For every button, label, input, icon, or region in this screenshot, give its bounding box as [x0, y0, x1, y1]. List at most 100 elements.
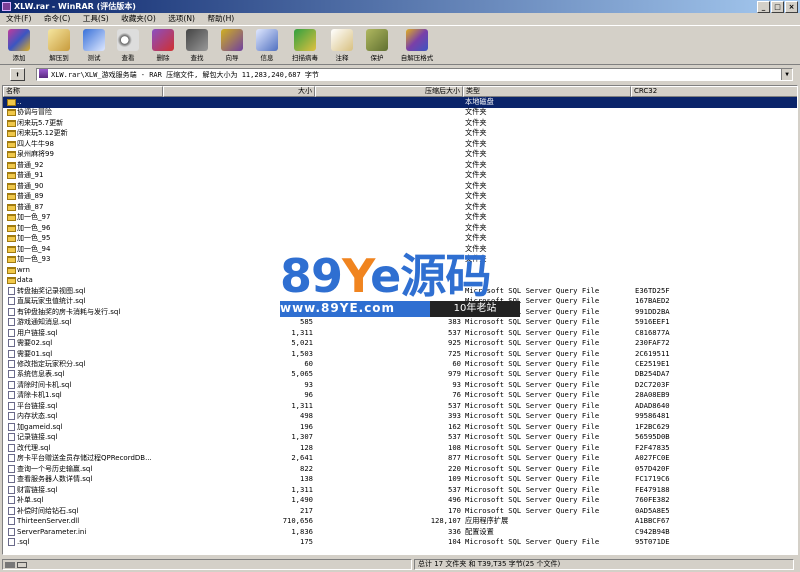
file-row[interactable]: 清除时间卡机.sql 93 93 Microsoft SQL Server Query…	[3, 380, 797, 391]
file-crc: 230FAF72	[635, 338, 670, 348]
file-row[interactable]: ServerParameter.ini 1,836 336 配置设置 C942B94B	[3, 526, 797, 538]
up-folder-button[interactable]: ⬆	[10, 68, 25, 81]
file-name: 清除卡机1.sql	[17, 391, 62, 400]
column-name[interactable]: 名称	[3, 86, 163, 97]
file-row[interactable]: 用户链接.sql 1,311 537 Microsoft SQL Server Que…	[3, 327, 797, 339]
folder-row[interactable]: 普通_91 文件夹	[3, 170, 797, 181]
file-icon	[8, 286, 15, 295]
archive-icon	[39, 69, 48, 78]
file-row[interactable]: 加gameid.sql 196 162 Microsoft SQL Server Qu…	[3, 422, 797, 433]
title-bar: XLW.rar - WinRAR (评估版本) _ □ ×	[0, 0, 800, 13]
address-bar: ⬆ XLW.rar\XLW_游戏服务端 - RAR 压缩文件, 解包大小为 11…	[0, 66, 800, 83]
file-name: 普通_90	[17, 181, 44, 190]
folder-row[interactable]: 闲来玩5.7更新 文件夹	[3, 118, 797, 129]
file-packed-size: 537	[448, 432, 461, 442]
file-icon	[8, 328, 15, 337]
maximize-button[interactable]: □	[771, 1, 784, 13]
folder-row[interactable]: 普通_89 文件夹	[3, 191, 797, 202]
folder-row[interactable]: 闲来玩5.12更新 文件夹	[3, 128, 797, 139]
folder-row[interactable]: 普通_92 文件夹	[3, 160, 797, 171]
menu-commands[interactable]: 命令(C)	[44, 14, 70, 23]
menu-help[interactable]: 帮助(H)	[207, 14, 234, 23]
file-row[interactable]: 房卡平台赠送金员存储过程QPRecordDB... 2,641 877 Microso…	[3, 453, 797, 464]
file-type: Microsoft SQL Server Query File	[465, 442, 600, 452]
file-row[interactable]: 平台链接.sql 1,311 537 Microsoft SQL Server Que…	[3, 401, 797, 412]
menu-favorites[interactable]: 收藏夹(O)	[121, 14, 156, 23]
folder-row[interactable]: 协调与冒险 文件夹	[3, 107, 797, 118]
test-button[interactable]: 测试	[78, 28, 110, 65]
file-name: 财富链接.sql	[17, 485, 58, 494]
folder-row[interactable]: 泉州麻将99 文件夹	[3, 149, 797, 160]
file-row[interactable]: ThirteenServer.dll 710,656 128,107 应用程序扩展 A1…	[3, 516, 797, 527]
drive-icon	[17, 562, 27, 568]
folder-icon	[7, 193, 16, 201]
file-size: 1,311	[291, 484, 313, 494]
file-row[interactable]: 系统信息表.sql 5,065 979 Microsoft SQL Server Qu…	[3, 369, 797, 380]
file-row[interactable]: 需要02.sql 5,021 925 Microsoft SQL Server Que…	[3, 338, 797, 349]
column-packed[interactable]: 压缩后大小	[315, 86, 463, 97]
close-button[interactable]: ×	[785, 1, 798, 13]
file-name: 补单.sql	[17, 496, 44, 505]
file-type: Microsoft SQL Server Query File	[465, 327, 600, 337]
file-name: 记录链接.sql	[17, 433, 58, 442]
file-name: 需要02.sql	[17, 339, 53, 348]
comment-button[interactable]: 注释	[326, 28, 358, 65]
folder-icon	[7, 266, 16, 274]
extract-to-button[interactable]: 解压到	[43, 28, 75, 65]
file-packed-size: 336	[448, 526, 461, 536]
file-row[interactable]: 查询一个号历史输赢.sql 822 220 Microsoft SQL Server …	[3, 464, 797, 475]
file-crc: 56595D0B	[635, 432, 670, 442]
file-crc: A027FC0E	[635, 453, 670, 463]
file-row[interactable]: 财富链接.sql 1,311 537 Microsoft SQL Server Que…	[3, 484, 797, 496]
menu-file[interactable]: 文件(F)	[6, 14, 31, 23]
virus-scan-button[interactable]: 扫描病毒	[289, 28, 321, 65]
column-size[interactable]: 大小	[163, 86, 315, 97]
file-row[interactable]: 清除卡机1.sql 96 76 Microsoft SQL Server Query …	[3, 390, 797, 401]
minimize-button[interactable]: _	[757, 1, 770, 13]
folder-row[interactable]: 加一色_97 文件夹	[3, 212, 797, 223]
folder-row[interactable]: 普通_87 文件夹	[3, 202, 797, 213]
wizard-button[interactable]: 向导	[216, 28, 248, 65]
column-crc[interactable]: CRC32	[631, 86, 797, 97]
file-crc: DB254DA7	[635, 369, 670, 379]
file-row[interactable]: 内存状态.sql 498 393 Microsoft SQL Server Query…	[3, 411, 797, 422]
file-row[interactable]: 记录链接.sql 1,307 537 Microsoft SQL Server Que…	[3, 432, 797, 443]
delete-button[interactable]: 删除	[147, 28, 179, 65]
find-button[interactable]: 查找	[181, 28, 213, 65]
folder-row[interactable]: 加一色_95 文件夹	[3, 233, 797, 244]
menu-tools[interactable]: 工具(S)	[83, 14, 109, 23]
file-size: 96	[304, 390, 313, 400]
sfx-button[interactable]: 自解压格式	[397, 28, 437, 65]
file-row[interactable]: 需要01.sql 1,503 725 Microsoft SQL Server Que…	[3, 349, 797, 360]
protect-button[interactable]: 保护	[361, 28, 393, 65]
parent-folder-row[interactable]: .. 本地磁盘	[3, 97, 797, 108]
file-size: 128	[300, 442, 313, 452]
file-name: 加gameid.sql	[17, 422, 63, 431]
path-field[interactable]: XLW.rar\XLW_游戏服务端 - RAR 压缩文件, 解包大小为 11,2…	[36, 68, 793, 81]
file-type: Microsoft SQL Server Query File	[465, 495, 600, 505]
menu-options[interactable]: 选项(N)	[168, 14, 195, 23]
folder-row[interactable]: 四人牛牛98 文件夹	[3, 138, 797, 150]
file-row[interactable]: 补偿时间给钻石.sql 217 170 Microsoft SQL Server Qu…	[3, 506, 797, 517]
file-name: 转盘抽奖记录视图.sql	[17, 286, 86, 295]
path-dropdown-button[interactable]: ▼	[781, 69, 792, 80]
file-row[interactable]: 修改指定玩家积分.sql 60 60 Microsoft SQL Server Que…	[3, 359, 797, 370]
file-row[interactable]: 查看服务器人数详情.sql 138 109 Microsoft SQL Server …	[3, 474, 797, 485]
file-row[interactable]: 补单.sql 1,490 496 Microsoft SQL Server Query…	[3, 495, 797, 506]
folder-row[interactable]: 普通_90 文件夹	[3, 181, 797, 192]
file-name: 用户链接.sql	[17, 328, 58, 337]
file-row[interactable]: 改代理.sql 128 108 Microsoft SQL Server Query …	[3, 442, 797, 454]
file-packed-size: 496	[448, 495, 461, 505]
file-name: .sql	[17, 538, 30, 547]
file-crc: CE2519E1	[635, 359, 670, 368]
info-button[interactable]: 信息	[251, 28, 283, 65]
column-type[interactable]: 类型	[463, 86, 631, 97]
file-size: 1,311	[291, 327, 313, 337]
add-button[interactable]: 添加	[3, 28, 35, 65]
file-size: 1,836	[291, 526, 313, 536]
file-size: 710,656	[282, 516, 313, 526]
file-type: 文件夹	[465, 138, 487, 148]
folder-row[interactable]: 加一色_96 文件夹	[3, 223, 797, 234]
file-row[interactable]: .sql 175 104 Microsoft SQL Server Query Fil…	[3, 537, 797, 548]
view-button[interactable]: 查看	[112, 28, 144, 65]
